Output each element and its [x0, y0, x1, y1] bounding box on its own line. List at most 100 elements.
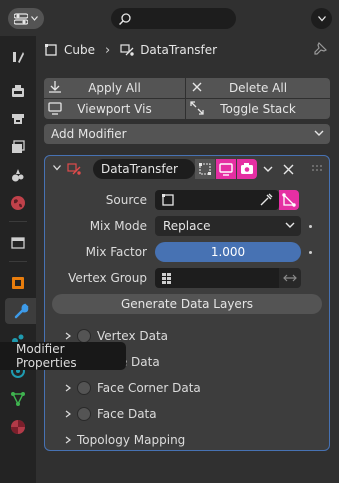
properties-tab-column	[0, 36, 36, 483]
generate-data-layers-label: Generate Data Layers	[120, 297, 254, 311]
tab-modifier[interactable]	[5, 298, 36, 324]
tab-collection[interactable]	[5, 230, 31, 256]
enable-checkbox[interactable]	[77, 329, 91, 343]
vertex-group-field[interactable]	[155, 268, 279, 288]
edit-mode-icon	[199, 163, 211, 175]
tab-divider	[9, 221, 27, 222]
render-toggle[interactable]	[237, 159, 257, 179]
breadcrumb: Cube › DataTransfer	[36, 36, 339, 64]
subpanel-label: Face Corner Data	[97, 381, 201, 395]
world-icon	[11, 196, 25, 210]
tab-render[interactable]	[5, 78, 31, 104]
tooltip-text: Modifier Properties	[16, 342, 77, 370]
tab-constraints[interactable]	[5, 386, 31, 412]
subpanel-face-data[interactable]: Face Data	[65, 404, 157, 424]
render-icon	[12, 85, 24, 97]
pin-button[interactable]	[313, 41, 328, 59]
chevron-right-icon	[65, 332, 71, 340]
wrench-icon	[14, 303, 29, 319]
mix-factor-value: 1.000	[210, 245, 246, 259]
arrow-left-right-icon	[283, 274, 297, 282]
chevron-down-icon[interactable]	[263, 166, 273, 173]
editor-type-button[interactable]	[8, 8, 44, 29]
edit-mode-toggle[interactable]	[195, 159, 215, 179]
mix-factor-label: Mix Factor	[85, 245, 147, 259]
enable-checkbox[interactable]	[77, 407, 91, 421]
search-input[interactable]	[111, 8, 236, 29]
mix-mode-select[interactable]: Replace	[155, 216, 301, 236]
tab-tool[interactable]	[5, 44, 31, 70]
vertex-group-icon	[162, 273, 171, 284]
source-field[interactable]	[155, 190, 279, 210]
mix-mode-value: Replace	[163, 219, 211, 233]
delete-all-button[interactable]: Delete All	[186, 78, 330, 98]
object-transform-toggle[interactable]	[279, 190, 299, 210]
toggle-stack-button[interactable]: Toggle Stack	[186, 99, 330, 119]
eyedropper-icon[interactable]	[259, 193, 273, 207]
chevron-down-icon	[31, 16, 38, 21]
viewport-vis-label: Viewport Vis	[77, 102, 152, 116]
chevron-down-icon	[314, 130, 324, 136]
fullscreen-icon	[190, 101, 204, 115]
mix-factor-slider[interactable]: 1.000	[155, 242, 301, 262]
keyframe-dot[interactable]	[309, 225, 312, 228]
search-icon	[119, 12, 131, 25]
object-transform-icon	[282, 193, 296, 207]
tab-data[interactable]	[5, 414, 31, 440]
invert-vertex-group-toggle[interactable]	[279, 268, 301, 288]
modifier-name: DataTransfer	[101, 162, 178, 176]
material-icon	[11, 420, 25, 434]
breadcrumb-object: Cube	[64, 43, 95, 57]
tab-scene[interactable]	[5, 162, 31, 188]
keyframe-dot[interactable]	[309, 251, 312, 254]
tab-output[interactable]	[5, 106, 31, 132]
realtime-toggle[interactable]	[216, 159, 236, 179]
view-layer-icon	[12, 140, 25, 153]
subpanel-label: Topology Mapping	[77, 433, 186, 447]
object-data-icon	[45, 44, 57, 56]
source-label: Source	[105, 193, 147, 207]
chevron-down-icon	[317, 15, 326, 21]
toggle-stack-label: Toggle Stack	[220, 102, 296, 116]
tool-icon	[13, 52, 24, 63]
subpanel-label: Vertex Data	[97, 329, 169, 343]
data-transfer-icon	[67, 163, 81, 175]
enable-checkbox[interactable]	[77, 381, 91, 395]
options-button[interactable]	[311, 8, 332, 29]
modifier-name-input[interactable]: DataTransfer	[93, 159, 195, 179]
breadcrumb-separator: ›	[104, 42, 111, 58]
tab-world[interactable]	[5, 190, 31, 216]
properties-editor-icon	[14, 12, 28, 25]
delete-all-label: Delete All	[228, 81, 288, 95]
output-icon	[12, 114, 24, 124]
tab-view-layer[interactable]	[5, 134, 31, 160]
tab-object[interactable]	[5, 270, 31, 296]
modifier-panel: DataTransfer Source Mix Mode Replace Mix…	[44, 155, 330, 451]
x-icon	[192, 82, 202, 92]
close-icon[interactable]	[283, 164, 294, 175]
generate-data-layers-button[interactable]: Generate Data Layers	[52, 294, 322, 314]
apply-all-button[interactable]: Apply All	[44, 78, 185, 98]
chevron-right-icon	[65, 384, 71, 392]
add-modifier-label: Add Modifier	[51, 127, 127, 141]
pin-icon	[314, 41, 328, 55]
camera-icon	[241, 163, 253, 174]
apply-all-label: Apply All	[88, 81, 141, 95]
properties-editor: Cube › DataTransfer Apply All Delete All	[0, 0, 339, 483]
add-modifier-menu[interactable]: Add Modifier	[44, 124, 330, 144]
subpanel-label: Face Data	[97, 407, 157, 421]
subpanel-topology-mapping[interactable]: Topology Mapping	[65, 430, 185, 450]
drag-handle-icon[interactable]	[311, 164, 325, 172]
breadcrumb-modifier: DataTransfer	[140, 43, 218, 57]
constraints-icon	[11, 392, 25, 406]
apply-icon	[49, 81, 61, 93]
object-icon	[12, 277, 24, 289]
monitor-icon	[48, 102, 62, 115]
viewport-vis-button[interactable]: Viewport Vis	[44, 99, 185, 119]
scene-icon	[12, 169, 24, 182]
monitor-icon	[219, 163, 233, 176]
collapse-chevron-icon[interactable]	[53, 165, 61, 171]
data-transfer-icon	[120, 44, 134, 56]
object-data-icon	[162, 194, 174, 206]
subpanel-face-corner-data[interactable]: Face Corner Data	[65, 378, 201, 398]
